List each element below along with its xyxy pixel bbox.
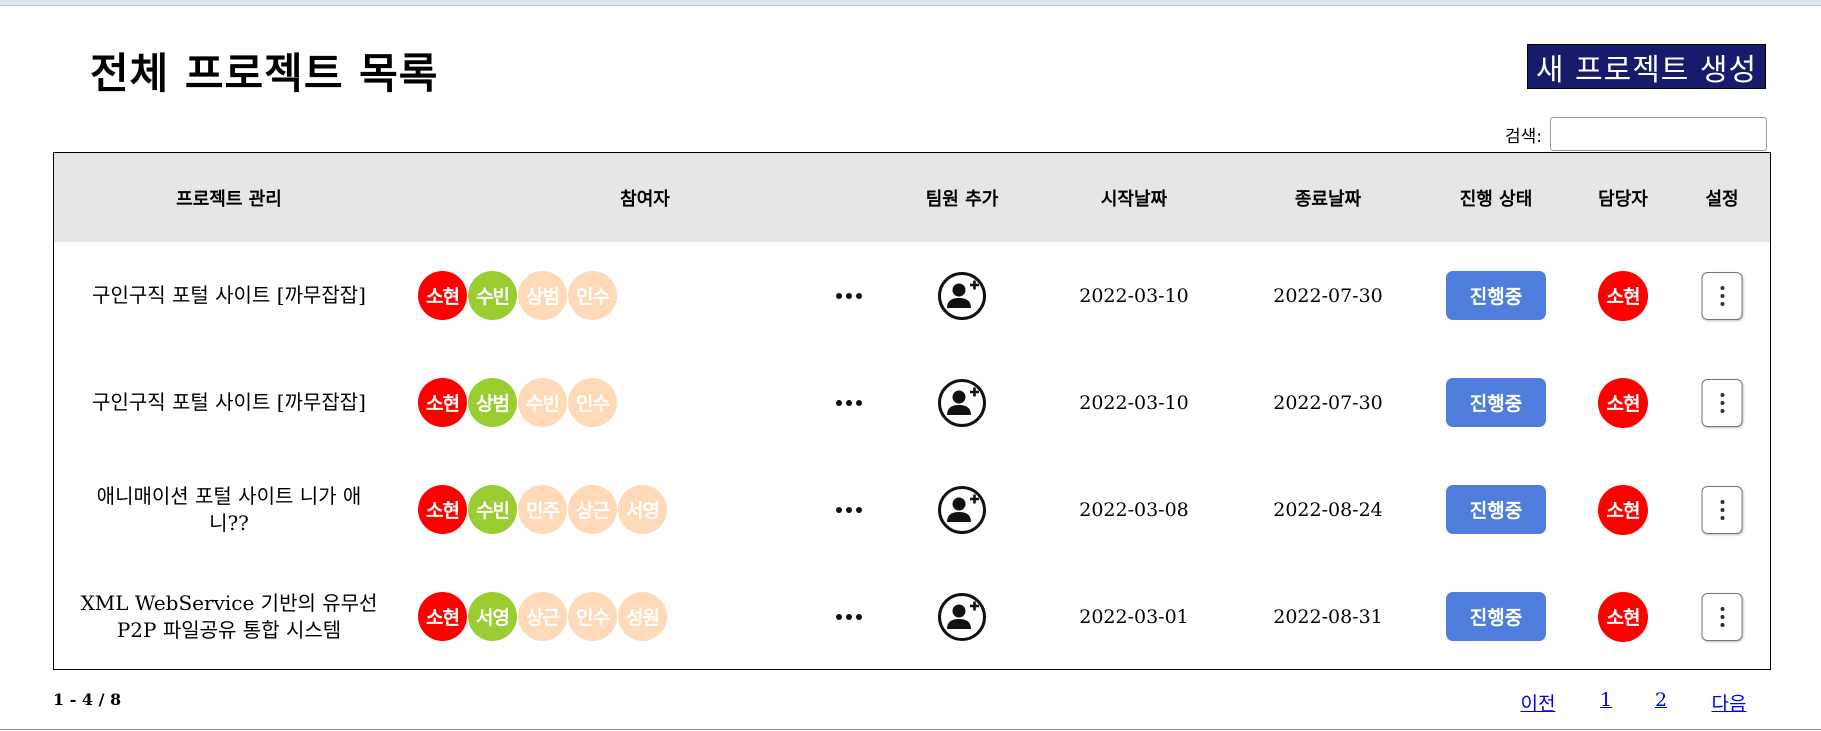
participants-list: 소현 수빈 상범 인수 (418, 242, 618, 349)
add-user-icon[interactable] (937, 271, 987, 321)
start-date: 2022-03-01 (1079, 605, 1189, 628)
participant-avatar[interactable]: 상근 (518, 592, 567, 641)
pagination-prev-link[interactable]: 이전 (1521, 689, 1556, 716)
table-row: XML WebService 기반의 유무선 P2P 파일공유 통합 시스템 소현 서… (54, 563, 1770, 670)
participant-avatar[interactable]: 인수 (568, 592, 617, 641)
participant-avatar[interactable]: 민주 (518, 485, 567, 534)
participant-avatar[interactable]: 서영 (618, 485, 667, 534)
participant-avatar[interactable]: 소현 (418, 485, 467, 534)
participant-avatar[interactable]: 소현 (418, 271, 467, 320)
participant-avatar[interactable]: 상범 (518, 271, 567, 320)
manager-avatar: 소현 (1598, 377, 1648, 428)
pagination-page-2-link[interactable]: 2 (1655, 689, 1667, 711)
participant-avatar[interactable]: 인수 (568, 378, 617, 427)
project-name[interactable]: 구인구직 포털 사이트 [까무잡잡] (79, 242, 379, 349)
search-input[interactable] (1550, 117, 1767, 151)
more-dots-icon[interactable] (832, 283, 866, 309)
participants-list: 소현 서영 상근 인수 성원 (418, 563, 668, 670)
col-header-add-member: 팀원 추가 (925, 188, 999, 210)
col-header-project: 프로젝트 관리 (176, 188, 282, 210)
pagination-page-1-link[interactable]: 1 (1600, 689, 1612, 711)
participant-avatar[interactable]: 소현 (418, 378, 467, 427)
participant-avatar[interactable]: 인수 (568, 271, 617, 320)
end-date: 2022-08-24 (1273, 498, 1383, 521)
search-label: 검색: (1505, 127, 1543, 147)
status-button[interactable]: 진행중 (1446, 378, 1546, 427)
manager-avatar: 소현 (1598, 484, 1648, 535)
col-header-end-date: 종료날짜 (1294, 188, 1362, 210)
participant-avatar[interactable]: 수빈 (468, 485, 517, 534)
add-user-icon[interactable] (937, 378, 987, 428)
kebab-menu-icon[interactable] (1701, 378, 1743, 427)
end-date: 2022-08-31 (1273, 605, 1383, 628)
browser-top-strip (0, 0, 1821, 6)
participant-avatar[interactable]: 서영 (468, 592, 517, 641)
add-user-icon[interactable] (937, 485, 987, 535)
end-date: 2022-07-30 (1273, 391, 1383, 414)
manager-avatar: 소현 (1598, 591, 1648, 642)
participant-avatar[interactable]: 수빈 (468, 271, 517, 320)
kebab-menu-icon[interactable] (1701, 592, 1743, 641)
project-name[interactable]: 구인구직 포털 사이트 [까무잡잡] (79, 349, 379, 456)
project-name[interactable]: 애니매이션 포털 사이트 니가 애니?? (79, 456, 379, 563)
page-info: 1 - 4 / 8 (53, 690, 122, 709)
status-button[interactable]: 진행중 (1446, 485, 1546, 534)
kebab-menu-icon[interactable] (1701, 271, 1743, 320)
col-header-manager: 담당자 (1598, 188, 1648, 210)
add-user-icon[interactable] (937, 592, 987, 642)
start-date: 2022-03-10 (1079, 284, 1189, 307)
table-row: 애니매이션 포털 사이트 니가 애니?? 소현 수빈 민주 상근 서영 2022-03-08… (54, 456, 1770, 563)
more-dots-icon[interactable] (832, 604, 866, 630)
page-title: 전체 프로젝트 목록 (90, 49, 439, 98)
end-date: 2022-07-30 (1273, 284, 1383, 307)
bottom-divider (0, 729, 1821, 730)
col-header-participants: 참여자 (620, 188, 670, 210)
col-header-start-date: 시작날짜 (1100, 188, 1168, 210)
status-button[interactable]: 진행중 (1446, 271, 1546, 320)
participant-avatar[interactable]: 성원 (618, 592, 667, 641)
participant-avatar[interactable]: 상근 (568, 485, 617, 534)
col-header-settings: 설정 (1705, 188, 1739, 210)
participants-list: 소현 상범 수빈 인수 (418, 349, 618, 456)
table-header: 프로젝트 관리 참여자 팀원 추가 시작날짜 종료날짜 진행 상태 담당자 설정 (54, 153, 1770, 242)
participant-avatar[interactable]: 소현 (418, 592, 467, 641)
create-project-button[interactable]: 새 프로젝트 생성 (1527, 44, 1766, 89)
status-button[interactable]: 진행중 (1446, 592, 1546, 641)
start-date: 2022-03-10 (1079, 391, 1189, 414)
more-dots-icon[interactable] (832, 390, 866, 416)
participant-avatar[interactable]: 상범 (468, 378, 517, 427)
participant-avatar[interactable]: 수빈 (518, 378, 567, 427)
kebab-menu-icon[interactable] (1701, 485, 1743, 534)
start-date: 2022-03-08 (1079, 498, 1189, 521)
pagination-next-link[interactable]: 다음 (1712, 689, 1747, 716)
table-row: 구인구직 포털 사이트 [까무잡잡] 소현 수빈 상범 인수 2022-03-10 2022… (54, 242, 1770, 349)
project-table: 프로젝트 관리 참여자 팀원 추가 시작날짜 종료날짜 진행 상태 담당자 설정… (53, 152, 1771, 670)
table-row: 구인구직 포털 사이트 [까무잡잡] 소현 상범 수빈 인수 2022-03-10 2022… (54, 349, 1770, 456)
more-dots-icon[interactable] (832, 497, 866, 523)
project-name[interactable]: XML WebService 기반의 유무선 P2P 파일공유 통합 시스템 (79, 563, 379, 670)
manager-avatar: 소현 (1598, 270, 1648, 321)
participants-list: 소현 수빈 민주 상근 서영 (418, 456, 668, 563)
col-header-status: 진행 상태 (1459, 188, 1533, 210)
